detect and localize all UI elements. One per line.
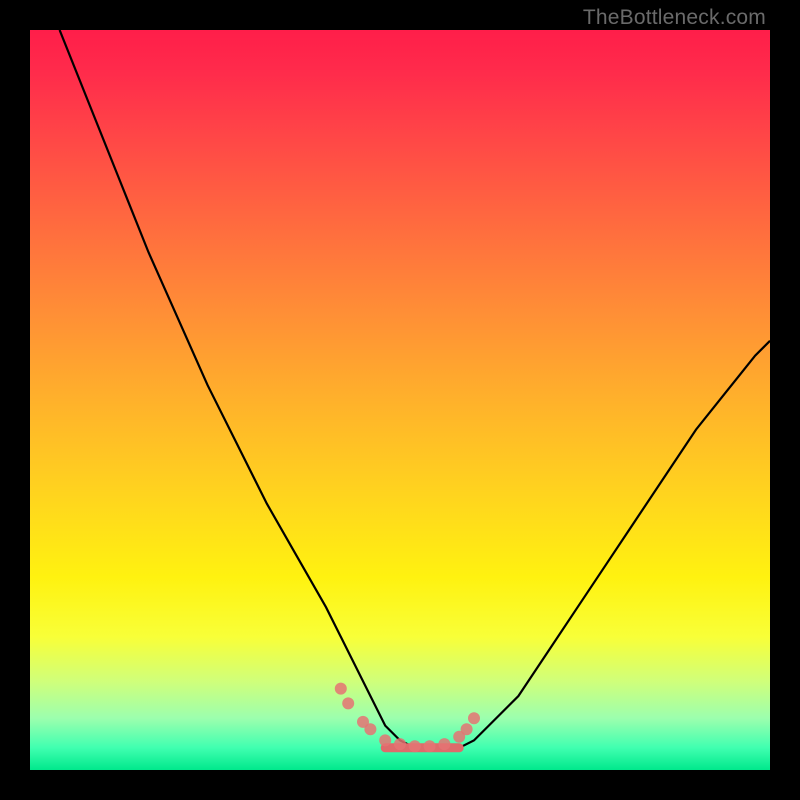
- marker-dot: [379, 734, 391, 746]
- marker-dot: [461, 723, 473, 735]
- marker-dots: [335, 683, 480, 753]
- marker-dot: [409, 740, 421, 752]
- plot-area: [30, 30, 770, 770]
- marker-dot: [342, 697, 354, 709]
- watermark-text: TheBottleneck.com: [583, 6, 766, 30]
- marker-dot: [364, 723, 376, 735]
- bottleneck-curve: [60, 30, 770, 748]
- curve-svg: [30, 30, 770, 770]
- marker-dot: [424, 740, 436, 752]
- marker-dot: [468, 712, 480, 724]
- chart-frame: TheBottleneck.com: [0, 0, 800, 800]
- marker-dot: [438, 738, 450, 750]
- marker-dot: [335, 683, 347, 695]
- marker-dot: [394, 738, 406, 750]
